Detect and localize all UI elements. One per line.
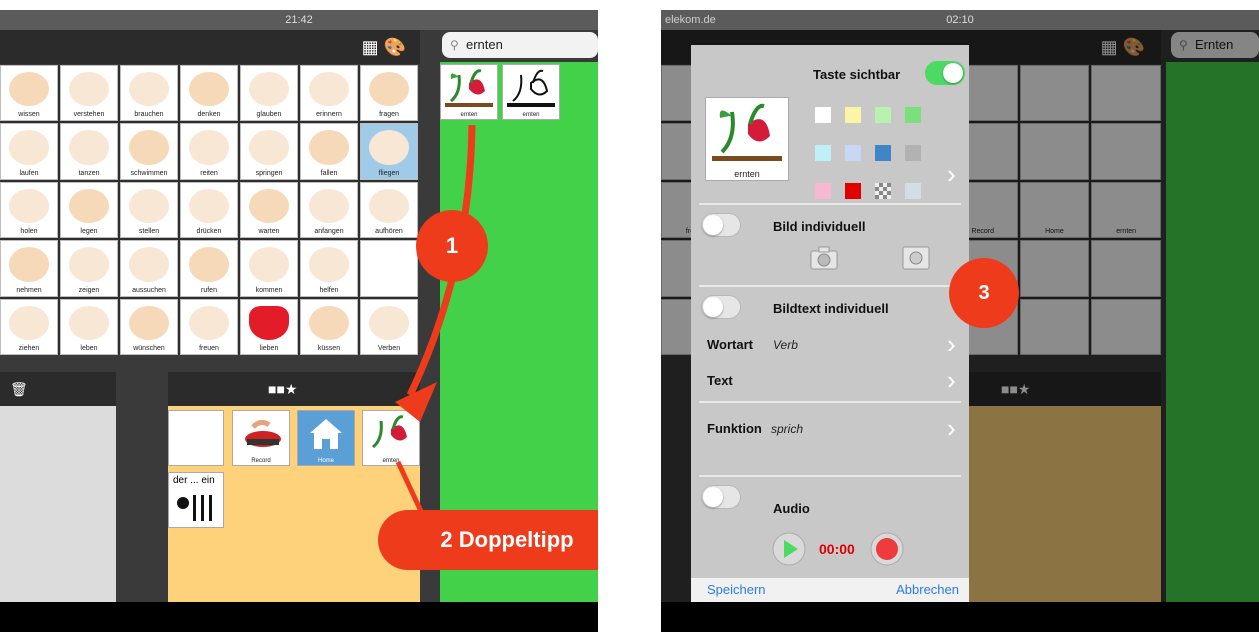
chevron-right-icon[interactable]: › — [947, 367, 956, 393]
wortart-label: Wortart — [707, 337, 753, 352]
bottom-bar — [661, 602, 1259, 632]
right-screenshot: elekom.de 02:10 ▦ 🎨 freuenliebenküssenVe… — [661, 10, 1259, 632]
text-label: Text — [707, 373, 733, 388]
color-swatch[interactable] — [815, 145, 831, 161]
color-swatch[interactable] — [845, 107, 861, 123]
status-bar: elekom.de 02:10 — [661, 10, 1259, 30]
color-swatch[interactable] — [905, 107, 921, 123]
chevron-right-icon[interactable]: › — [947, 161, 956, 187]
color-swatch[interactable] — [875, 107, 891, 123]
divider — [699, 285, 961, 287]
taste-sichtbar-toggle[interactable] — [925, 61, 965, 85]
bild-individuell-toggle[interactable] — [701, 213, 741, 237]
color-swatch[interactable] — [815, 107, 831, 123]
save-button[interactable]: Speichern — [707, 582, 766, 597]
camera-icon[interactable] — [809, 245, 839, 271]
color-swatch[interactable] — [845, 145, 861, 161]
color-swatch[interactable] — [905, 183, 921, 199]
audio-time: 00:00 — [819, 541, 855, 557]
photo-library-icon[interactable] — [901, 245, 931, 271]
step-3-badge: 3 — [949, 258, 1019, 328]
audio-toggle[interactable] — [701, 485, 741, 509]
taste-sichtbar-label: Taste sichtbar — [813, 67, 901, 82]
color-swatch[interactable] — [875, 183, 891, 199]
status-time: 02:10 — [946, 14, 974, 26]
preview-label: ernten — [734, 169, 760, 179]
radish-icon — [712, 103, 782, 161]
wortart-value: Verb — [773, 338, 798, 352]
left-screenshot: 21:42 ▦ 🎨 wissen verstehen brauchen denken g… — [0, 10, 598, 632]
bild-individuell-label: Bild individuell — [773, 219, 866, 234]
color-swatch[interactable] — [875, 145, 891, 161]
divider — [699, 203, 961, 205]
cancel-button[interactable]: Abbrechen — [896, 582, 959, 597]
button-settings-panel: Taste sichtbar ernten › Bild individuell — [691, 45, 969, 602]
color-swatch[interactable] — [905, 145, 921, 161]
audio-label: Audio — [773, 501, 810, 516]
step-1-badge: 1 — [416, 210, 488, 282]
divider — [699, 475, 961, 477]
chevron-right-icon[interactable]: › — [947, 331, 956, 357]
funktion-value: sprich — [771, 422, 804, 436]
preview-tile[interactable]: ernten — [705, 97, 789, 181]
bildtext-individuell-label: Bildtext individuell — [773, 301, 889, 316]
record-icon[interactable] — [869, 531, 905, 567]
panel-footer: Speichern Abbrechen — [691, 578, 969, 602]
play-icon[interactable] — [771, 531, 807, 567]
bildtext-individuell-toggle[interactable] — [701, 295, 741, 319]
color-swatch[interactable] — [815, 183, 831, 199]
color-swatch[interactable] — [845, 183, 861, 199]
divider — [699, 401, 961, 403]
funktion-label: Funktion — [707, 421, 762, 436]
chevron-right-icon[interactable]: › — [947, 415, 956, 441]
carrier: elekom.de — [665, 14, 716, 26]
step-2-badge: 2 Doppeltipp — [378, 510, 598, 570]
